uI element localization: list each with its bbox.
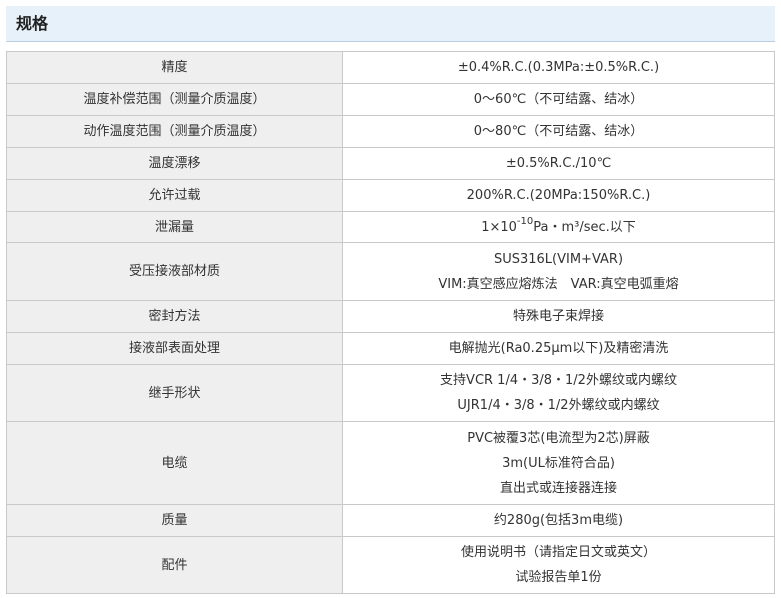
table-row: 配件 使用说明书（请指定日文或英文） 试验报告单1份	[6, 536, 775, 594]
table-row: 精度 ±0.4%R.C.(0.3MPa:±0.5%R.C.)	[6, 51, 775, 84]
spec-value-line: 特殊电子束焊接	[512, 309, 604, 324]
spec-label: 质量	[6, 504, 343, 537]
spec-value: ±0.4%R.C.(0.3MPa:±0.5%R.C.)	[342, 51, 775, 84]
table-row: 接液部表面处理 电解抛光(Ra0.25μm以下)及精密清洗	[6, 332, 775, 365]
table-row: 质量 约280g(包括3m电缆)	[6, 504, 775, 537]
table-row: 泄漏量 1×10-10Pa・m³/sec.以下	[6, 211, 775, 243]
spec-value: 1×10-10Pa・m³/sec.以下	[342, 211, 775, 243]
spec-label: 电缆	[6, 421, 343, 505]
spec-label: 配件	[6, 536, 343, 594]
spec-value-line: 3m(UL标准符合品)	[502, 455, 615, 471]
table-row: 密封方法 特殊电子束焊接	[6, 300, 775, 333]
spec-value-line: 0～60℃（不可结露、结冰）	[473, 92, 644, 107]
section-title: 规格	[16, 14, 49, 33]
spec-value: 使用说明书（请指定日文或英文） 试验报告单1份	[342, 536, 775, 594]
spec-value: 200%R.C.(20MPa:150%R.C.)	[342, 179, 775, 212]
spec-label: 温度补偿范围（测量介质温度）	[6, 83, 343, 116]
spec-value-line: 直出式或连接器连接	[499, 480, 617, 496]
table-row: 温度漂移 ±0.5%R.C./10℃	[6, 147, 775, 180]
spec-value: 特殊电子束焊接	[342, 300, 775, 333]
spec-label: 温度漂移	[6, 147, 343, 180]
spec-value-line: VIM:真空感应熔炼法 VAR:真空电弧重熔	[438, 276, 679, 292]
table-row: 允许过载 200%R.C.(20MPa:150%R.C.)	[6, 179, 775, 212]
spec-value: SUS316L(VIM+VAR) VIM:真空感应熔炼法 VAR:真空电弧重熔	[342, 242, 775, 301]
spec-value-line: 约280g(包括3m电缆)	[493, 513, 624, 528]
spec-value: 约280g(包括3m电缆)	[342, 504, 775, 537]
table-row: 受压接液部材质 SUS316L(VIM+VAR) VIM:真空感应熔炼法 VAR…	[6, 242, 775, 301]
spec-value-line: 支持VCR 1/4・3/8・1/2外螺纹或内螺纹	[440, 373, 677, 388]
spec-value-line: UJR1/4・3/8・1/2外螺纹或内螺纹	[457, 398, 660, 413]
spec-value-line: 试验报告单1份	[515, 570, 602, 585]
spec-value: 0～80℃（不可结露、结冰）	[342, 115, 775, 148]
spec-label: 密封方法	[6, 300, 343, 333]
spec-value: PVC被覆3芯(电流型为2芯)屏蔽 3m(UL标准符合品) 直出式或连接器连接	[342, 421, 775, 505]
leak-unit: Pa・m³/sec.以下	[533, 219, 636, 235]
spec-value: 支持VCR 1/4・3/8・1/2外螺纹或内螺纹 UJR1/4・3/8・1/2外…	[342, 364, 775, 422]
spec-value: ±0.5%R.C./10℃	[342, 147, 775, 180]
spec-value-line: SUS316L(VIM+VAR)	[493, 251, 624, 267]
spec-value: 电解抛光(Ra0.25μm以下)及精密清洗	[342, 332, 775, 365]
table-row: 电缆 PVC被覆3芯(电流型为2芯)屏蔽 3m(UL标准符合品) 直出式或连接器…	[6, 421, 775, 505]
spec-table: 精度 ±0.4%R.C.(0.3MPa:±0.5%R.C.) 温度补偿范围（测量…	[6, 51, 775, 594]
leak-base: 1×10	[481, 219, 517, 235]
spec-label: 动作温度范围（测量介质温度）	[6, 115, 343, 148]
section-header: 规格	[6, 6, 775, 42]
spec-label: 接液部表面处理	[6, 332, 343, 365]
leak-exponent: -10	[516, 216, 534, 228]
spec-label: 精度	[6, 51, 343, 84]
spec-label: 允许过载	[6, 179, 343, 212]
table-row: 动作温度范围（测量介质温度） 0～80℃（不可结露、结冰）	[6, 115, 775, 148]
spec-label: 泄漏量	[6, 211, 343, 243]
spec-value-line: ±0.5%R.C./10℃	[505, 156, 612, 171]
spec-label: 继手形状	[6, 364, 343, 422]
spec-value-line: 使用说明书（请指定日文或英文）	[460, 545, 656, 560]
spec-value-line: 200%R.C.(20MPa:150%R.C.)	[466, 188, 651, 203]
table-row: 温度补偿范围（测量介质温度） 0～60℃（不可结露、结冰）	[6, 83, 775, 116]
spec-value: 0～60℃（不可结露、结冰）	[342, 83, 775, 116]
spec-value-line: 电解抛光(Ra0.25μm以下)及精密清洗	[448, 341, 669, 356]
spec-value-line: 0～80℃（不可结露、结冰）	[473, 124, 644, 139]
spec-value-line: PVC被覆3芯(电流型为2芯)屏蔽	[467, 430, 650, 446]
spec-value-line: ±0.4%R.C.(0.3MPa:±0.5%R.C.)	[457, 60, 660, 75]
table-row: 继手形状 支持VCR 1/4・3/8・1/2外螺纹或内螺纹 UJR1/4・3/8…	[6, 364, 775, 422]
spec-label: 受压接液部材质	[6, 242, 343, 301]
